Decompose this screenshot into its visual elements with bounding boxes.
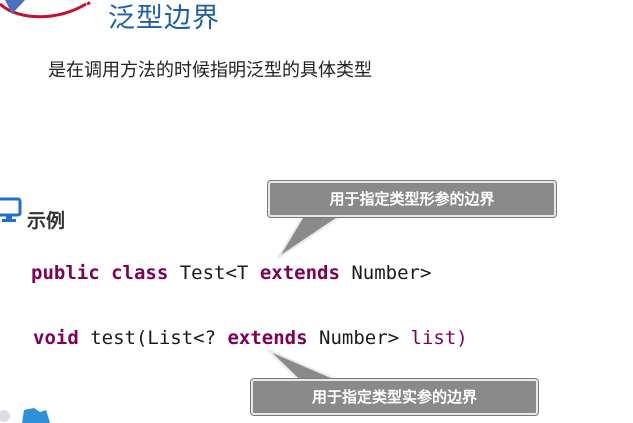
logo-swoosh-icon [0,0,91,19]
code-keyword: void [33,327,79,349]
code-param: list) [410,327,468,349]
code-text: test(List<? [78,327,228,349]
code-text: Number> [339,262,432,284]
intro-text: 是在调用方法的时候指明泛型的具体类型 [48,60,372,81]
code-text: Number> [307,327,411,349]
code-line-class: public class Test<T extends Number> [31,262,431,284]
callout-type-argument-bound: 用于指定类型实参的边界 [251,379,538,415]
code-text: Test<T [168,262,260,284]
code-keyword: class [111,262,169,284]
code-line-method: void test(List<? extends Number> list) [33,327,468,349]
code-keyword: extends [259,262,340,284]
code-keyword: extends [227,327,308,349]
page-title: 泛型边界 [108,3,220,34]
section-label-example: 示例 [27,210,66,232]
decorative-cloud-icon [0,408,50,423]
monitor-icon [0,197,22,222]
callout-type-parameter-bound: 用于指定类型形参的边界 [268,181,556,217]
code-keyword: public [31,262,100,284]
